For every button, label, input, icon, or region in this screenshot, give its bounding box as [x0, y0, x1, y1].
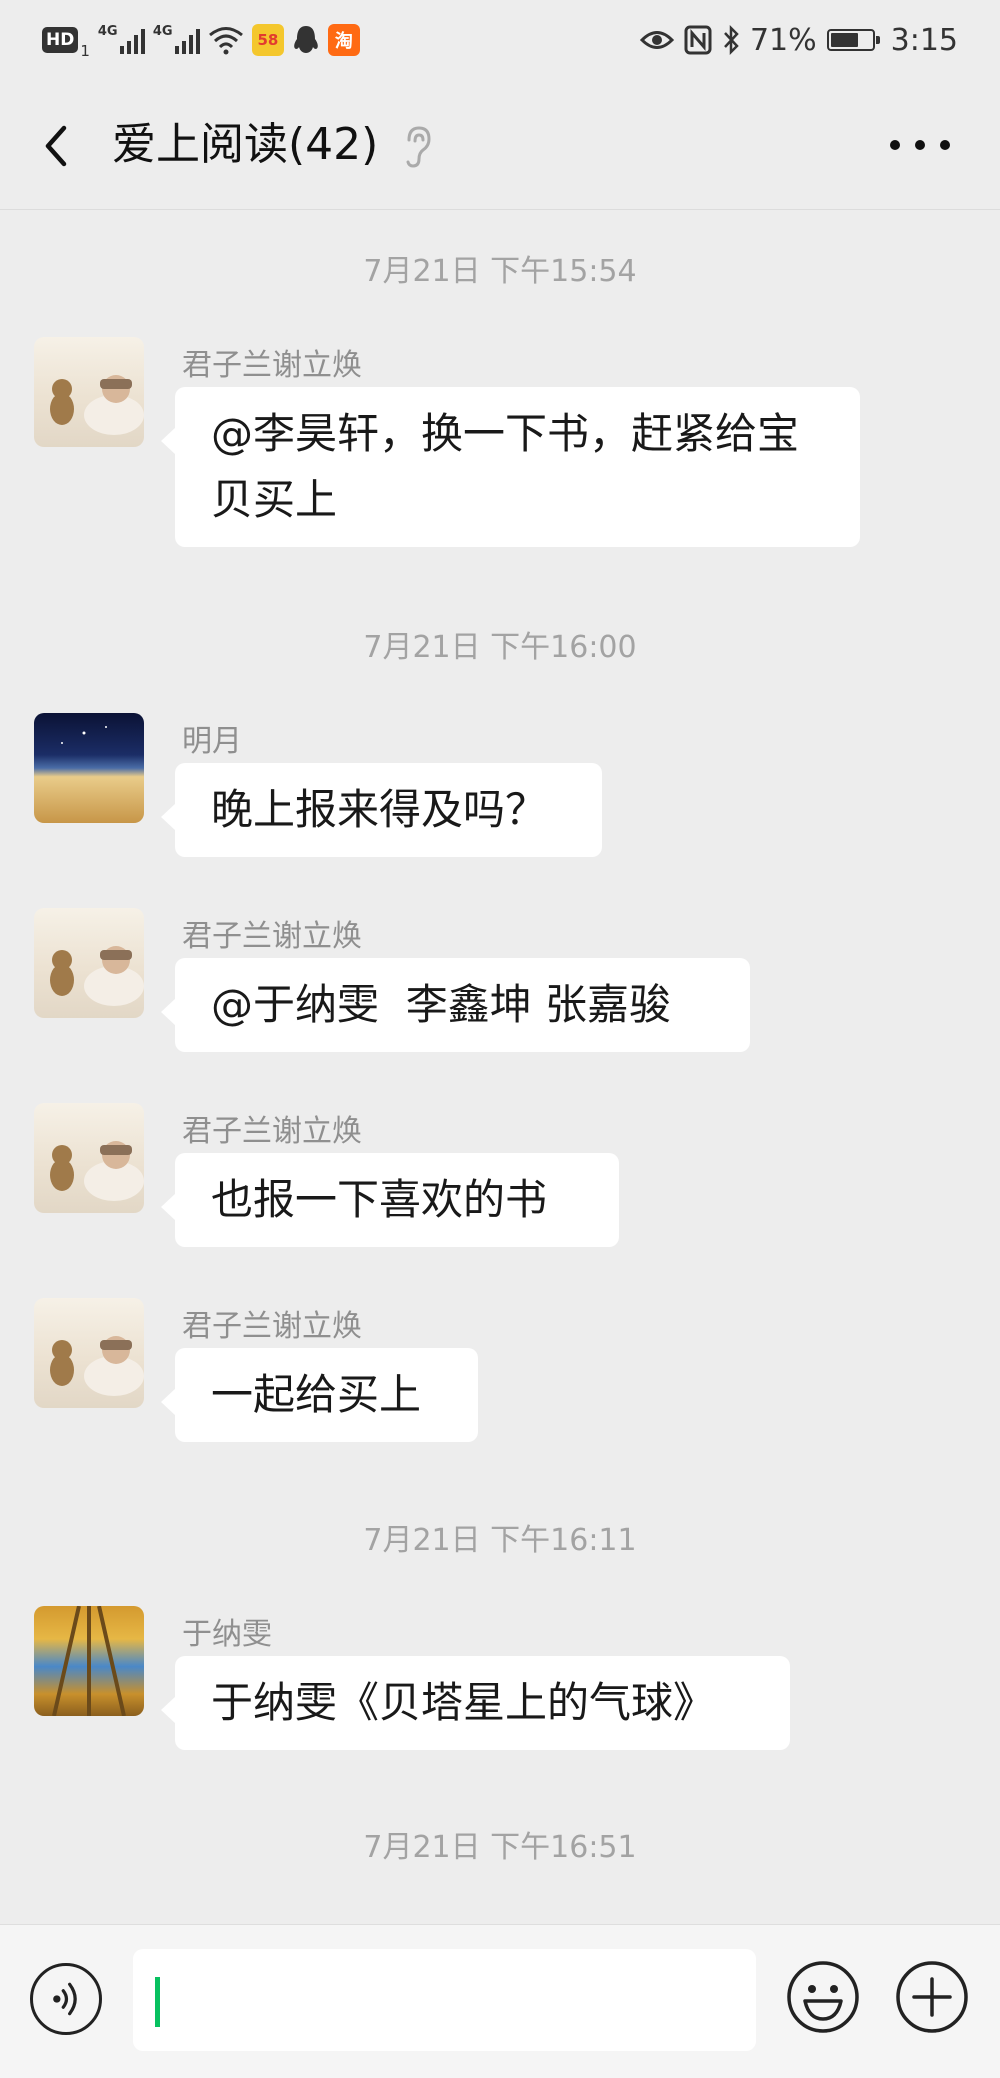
wifi-icon	[208, 27, 243, 55]
mute-ear-icon	[406, 126, 431, 168]
baby-photo-avatar-icon	[50, 1141, 144, 1201]
network-type-label: 4G	[97, 24, 118, 39]
chat-header: 爱上阅读(42)	[0, 80, 1000, 210]
battery-percent: 71%	[749, 22, 817, 58]
night-sky-avatar-icon	[61, 726, 107, 744]
network-type-label: 4G	[152, 24, 173, 39]
hd-icon: HD	[42, 27, 79, 53]
chat-title: 爱上阅读(42)	[112, 119, 379, 170]
battery-fill	[830, 33, 859, 47]
sender-avatar[interactable]	[34, 1103, 144, 1213]
more-dot	[890, 140, 900, 150]
autumn-trees-avatar-icon	[52, 1606, 126, 1716]
back-arrow-icon[interactable]	[36, 116, 76, 176]
taobao-icon: 淘	[327, 24, 360, 56]
status-left-icons: HD 1 4G 4G 58 淘	[42, 20, 360, 60]
more-options-icon[interactable]	[890, 120, 950, 170]
message-bubble[interactable]: 晚上报来得及吗？	[161, 763, 602, 857]
baby-photo-avatar-icon	[50, 946, 144, 1006]
baby-photo-avatar-icon	[50, 1336, 144, 1396]
qq-penguin-icon	[294, 26, 318, 53]
signal-icon: 4G	[97, 24, 145, 54]
more-dot	[915, 140, 925, 150]
sim-slot-label: 1	[80, 42, 90, 60]
status-bar: HD 1 4G 4G 58 淘 71% 3:15	[0, 0, 1000, 80]
message-input[interactable]	[133, 1949, 756, 2051]
message-timestamp: 7月21日 下午16:11	[363, 1523, 637, 1558]
app-58-icon: 58	[251, 24, 284, 56]
emoji-icon[interactable]	[785, 1959, 861, 2035]
message-bubble[interactable]: @于纳雯 李鑫坤 张嘉骏	[161, 958, 750, 1052]
sender-name: 于纳雯	[182, 1617, 272, 1652]
message-timestamp: 7月21日 下午16:51	[363, 1830, 637, 1865]
message-bubble[interactable]: @李昊轩，换一下书，赶紧给宝贝买上	[161, 387, 860, 547]
message-bubble[interactable]: 于纳雯《贝塔星上的气球》	[161, 1656, 790, 1750]
eye-icon	[639, 31, 674, 49]
message-bubble[interactable]: 一起给买上	[161, 1348, 478, 1442]
baby-photo-avatar-icon	[50, 375, 144, 435]
nfc-icon	[684, 25, 712, 55]
sender-name: 君子兰谢立焕	[182, 1309, 362, 1344]
sender-avatar[interactable]	[34, 908, 144, 1018]
status-time: 3:15	[890, 22, 958, 58]
more-dot	[940, 140, 950, 150]
sender-name: 君子兰谢立焕	[182, 1114, 362, 1149]
message-bubble[interactable]: 也报一下喜欢的书	[161, 1153, 619, 1247]
sender-avatar[interactable]	[34, 1298, 144, 1408]
more-functions-plus-icon[interactable]	[894, 1959, 970, 2035]
message-timestamp: 7月21日 下午15:54	[363, 254, 637, 289]
bluetooth-icon	[724, 24, 739, 56]
message-timestamp: 7月21日 下午16:00	[363, 630, 637, 665]
sender-name: 明月	[182, 724, 242, 759]
input-bar	[0, 1924, 1000, 2078]
signal-icon: 4G	[152, 24, 200, 54]
text-caret	[155, 1977, 160, 2027]
sender-avatar[interactable]	[34, 337, 144, 447]
sender-avatar[interactable]	[34, 1606, 144, 1716]
voice-input-icon[interactable]	[30, 1963, 102, 2035]
battery-icon	[826, 29, 880, 51]
sender-name: 君子兰谢立焕	[182, 348, 362, 383]
sender-name: 君子兰谢立焕	[182, 919, 362, 954]
status-right-icons: 71% 3:15	[639, 20, 958, 60]
sender-avatar[interactable]	[34, 713, 144, 823]
